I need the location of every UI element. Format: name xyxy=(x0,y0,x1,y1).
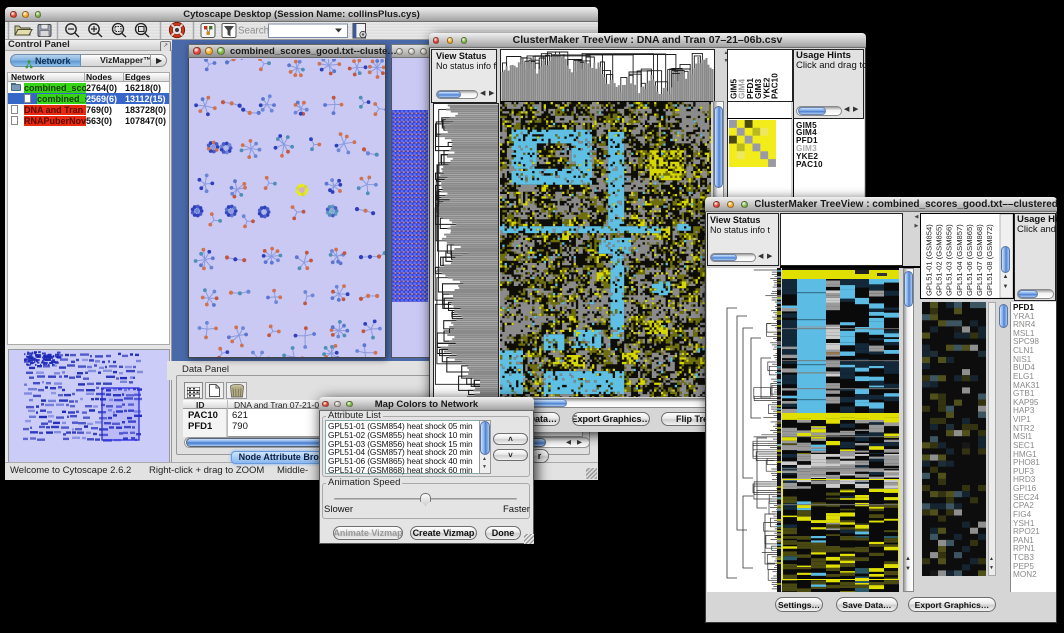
svg-text:GPL51-02 (GSM855): GPL51-02 (GSM855) xyxy=(935,224,944,296)
svg-text:GPL51-08 (GSM872): GPL51-08 (GSM872) xyxy=(985,224,994,296)
svg-text:GPL51-04 (GSM857): GPL51-04 (GSM857) xyxy=(955,224,964,296)
svg-text:GPL51-03 (GSM856): GPL51-03 (GSM856) xyxy=(945,224,954,296)
svg-text:GPL51-06 (GSM865): GPL51-06 (GSM865) xyxy=(965,224,974,296)
svg-text:GPL51-07 (GSM868): GPL51-07 (GSM868) xyxy=(975,224,984,296)
svg-text:GPL51-01 (GSM854): GPL51-01 (GSM854) xyxy=(925,224,934,296)
svg-text:PAC10: PAC10 xyxy=(771,73,780,99)
svg-text:Search:: Search: xyxy=(238,26,272,37)
